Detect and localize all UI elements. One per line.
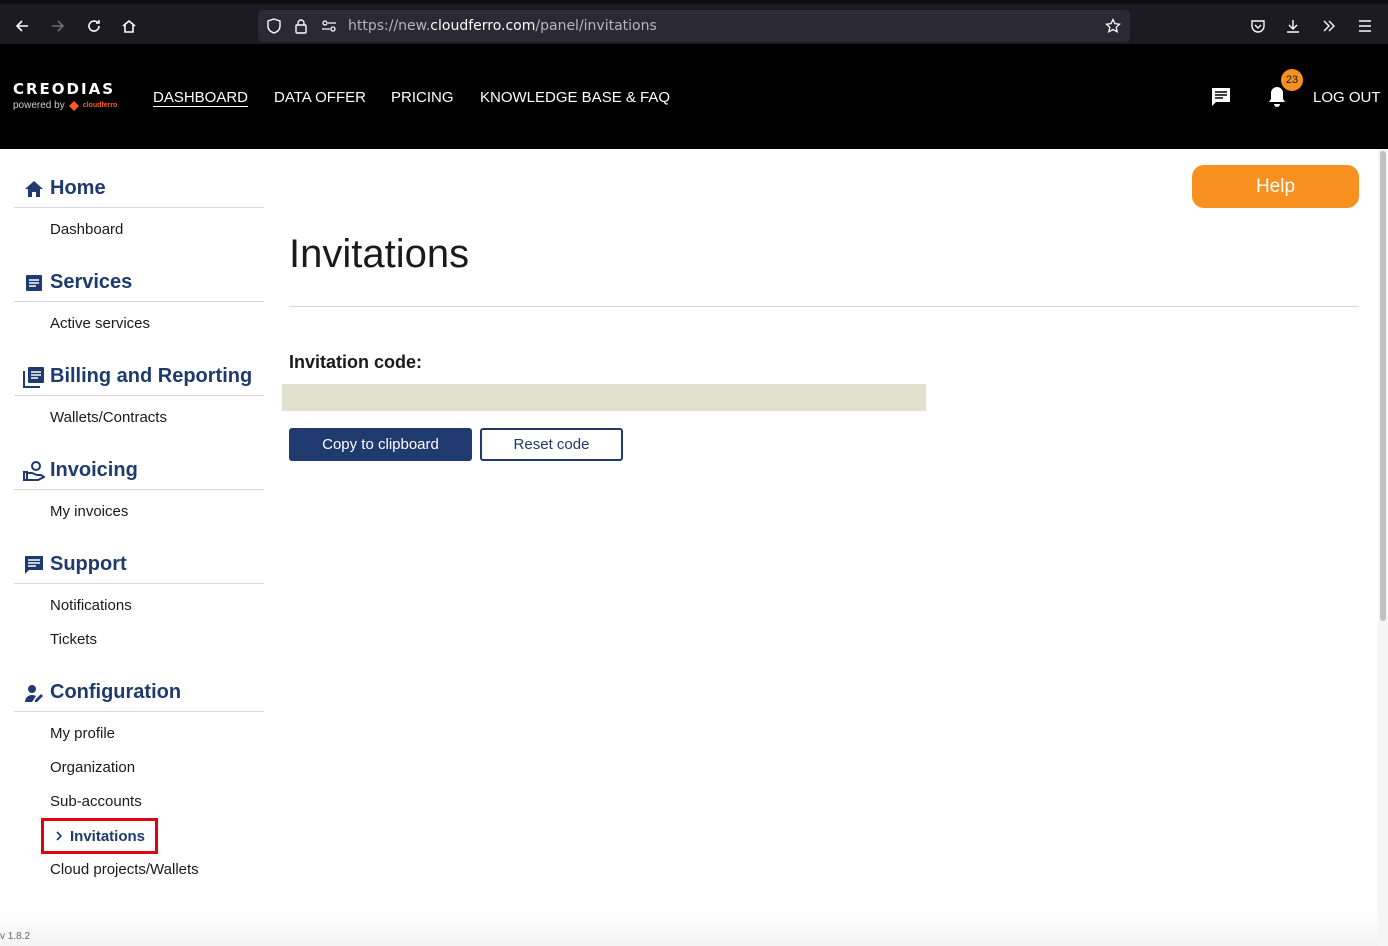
logo-brand: cloudferro [82,102,118,109]
footer [0,912,1378,946]
browser-toolbar: https://new.cloudferro.com/panel/invitat… [0,0,1388,44]
nav-knowledge-base[interactable]: KNOWLEDGE BASE & FAQ [480,89,670,106]
sidebar-item-active-services[interactable]: Active services [50,315,150,332]
invitation-code-field[interactable] [282,384,926,411]
sidebar-section-home[interactable]: Home [14,170,264,208]
billing-icon [23,366,45,388]
chat-icon[interactable] [1210,86,1232,113]
help-button[interactable]: Help [1192,165,1359,208]
shield-icon[interactable] [265,17,283,35]
sidebar-item-notifications[interactable]: Notifications [50,597,132,614]
forward-arrow-icon[interactable] [47,15,69,37]
url-text: https://new.cloudferro.com/panel/invitat… [348,18,657,34]
section-title: Invoicing [50,459,138,481]
invitation-code-label: Invitation code: [289,352,423,372]
reload-icon[interactable] [83,15,105,37]
creodias-logo[interactable]: CREODIAS powered by cloudferro [13,80,117,111]
reset-code-button[interactable]: Reset code [480,428,623,461]
permissions-icon[interactable] [320,17,338,35]
sidebar-section-billing[interactable]: Billing and Reporting [14,358,264,396]
configuration-icon [23,682,45,704]
sidebar-section-configuration[interactable]: Configuration [14,674,264,712]
services-icon [23,272,45,294]
back-arrow-icon[interactable] [11,15,33,37]
sidebar-section-invoicing[interactable]: Invoicing [14,452,264,490]
logo-text: CREODIAS [13,80,116,98]
nav-pricing[interactable]: PRICING [391,89,454,106]
sidebar-item-organization[interactable]: Organization [50,759,135,776]
sidebar-item-invitations[interactable]: Invitations [41,818,158,854]
sidebar-item-sub-accounts[interactable]: Sub-accounts [50,793,142,810]
sidebar-item-dashboard[interactable]: Dashboard [50,221,123,238]
download-icon[interactable] [1283,16,1303,36]
sidebar-item-wallets-contracts[interactable]: Wallets/Contracts [50,409,167,426]
logo-powered-by: powered by [13,100,65,111]
cloudferro-logo-icon [68,100,79,111]
nav-data-offer[interactable]: DATA OFFER [274,89,366,106]
chevron-right-icon [56,831,63,841]
bell-icon[interactable] [1266,85,1288,114]
section-title: Home [50,177,106,199]
section-title: Services [50,271,133,293]
home-browser-icon[interactable] [118,15,140,37]
menu-hamburger-icon[interactable] [1355,16,1375,36]
logout-link[interactable]: LOG OUT [1313,89,1381,106]
scroll-thumb[interactable] [1380,151,1386,621]
sidebar-section-services[interactable]: Services [14,264,264,302]
invoicing-icon [23,460,45,482]
sidebar-item-my-profile[interactable]: My profile [50,725,115,742]
nav-dashboard[interactable]: DASHBOARD [153,89,248,106]
section-title: Configuration [50,681,182,703]
title-divider [289,306,1359,307]
site-header: CREODIAS powered by cloudferro DASHBOARD… [0,44,1388,149]
pocket-icon[interactable] [1248,16,1268,36]
home-icon [23,178,45,200]
support-icon [23,554,45,576]
sidebar-item-label: Invitations [70,827,146,845]
sidebar-item-cloud-projects[interactable]: Cloud projects/Wallets [50,861,199,878]
bookmark-star-icon[interactable] [1104,17,1122,35]
logo-subtitle: powered by cloudferro [13,100,117,111]
notification-badge: 23 [1281,69,1303,91]
page-scrollbar[interactable] [1378,149,1388,946]
copy-to-clipboard-button[interactable]: Copy to clipboard [289,428,472,461]
sidebar-section-support[interactable]: Support [14,546,264,584]
lock-icon[interactable] [292,17,310,35]
extensions-overflow-icon[interactable] [1319,16,1339,36]
sidebar-item-tickets[interactable]: Tickets [50,631,97,648]
section-title: Billing and Reporting [50,365,253,387]
section-title: Support [50,553,127,575]
sidebar-item-my-invoices[interactable]: My invoices [50,503,128,520]
page-title: Invitations [289,232,470,276]
url-bar[interactable]: https://new.cloudferro.com/panel/invitat… [258,10,1130,42]
version-label: v 1.8.2 [0,931,31,942]
